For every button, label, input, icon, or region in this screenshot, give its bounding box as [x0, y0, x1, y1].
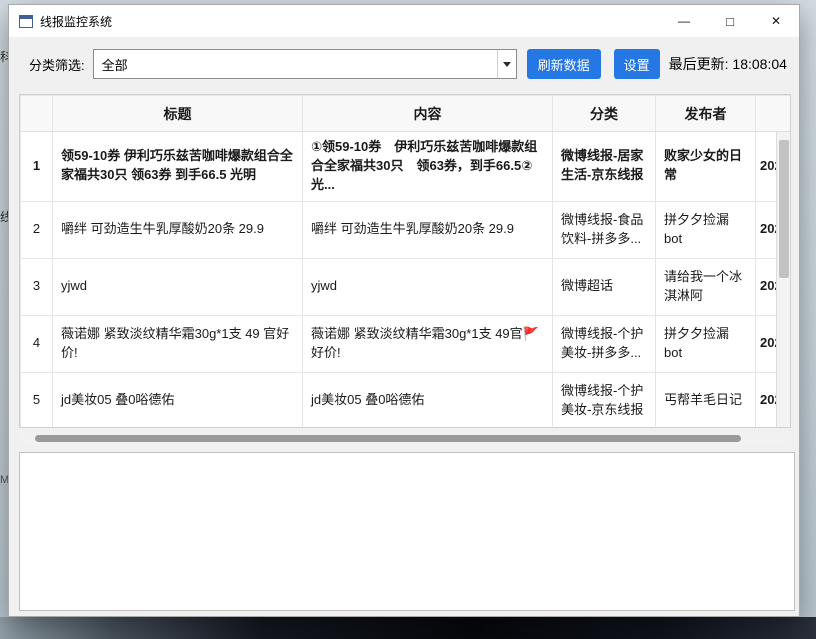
- cell-title: jd美妆05 叠0唂德佑: [53, 372, 303, 428]
- table-header-row: 标题 内容 分类 发布者: [21, 96, 792, 132]
- column-header-category[interactable]: 分类: [553, 96, 656, 132]
- app-icon[interactable]: [19, 15, 33, 28]
- row-number: 4: [21, 315, 53, 372]
- cell-category: 微博线报-居家生活-京东线报: [553, 132, 656, 202]
- horizontal-scrollbar[interactable]: [19, 432, 791, 445]
- cell-publisher: 拼夕夕捡漏bot: [656, 315, 756, 372]
- chevron-down-icon: [503, 62, 511, 67]
- close-button[interactable]: ✕: [753, 5, 799, 37]
- refresh-data-button[interactable]: 刷新数据: [527, 49, 601, 79]
- dropdown-arrow-button[interactable]: [497, 50, 516, 78]
- row-number: 2: [21, 201, 53, 258]
- cell-content: 薇诺娜 紧致淡纹精华霜30g*1支 49官🚩好价!: [303, 315, 553, 372]
- window-controls: — □ ✕: [661, 5, 799, 37]
- vertical-scrollbar-thumb[interactable]: [779, 140, 789, 278]
- cell-publisher: 丐帮羊毛日记: [656, 372, 756, 428]
- table-row[interactable]: 5 jd美妆05 叠0唂德佑 jd美妆05 叠0唂德佑 微博线报-个护美妆-京东…: [21, 372, 792, 428]
- cell-title: 领59-10券 伊利巧乐兹苦咖啡爆款组合全家福共30只 领63券 到手66.5 …: [53, 132, 303, 202]
- cell-content: yjwd: [303, 258, 553, 315]
- detail-panel[interactable]: [19, 452, 795, 611]
- row-number: 3: [21, 258, 53, 315]
- settings-button[interactable]: 设置: [614, 49, 660, 79]
- cell-category: 微博线报-个护美妆-京东线报: [553, 372, 656, 428]
- minimize-button[interactable]: —: [661, 5, 707, 37]
- report-table-container: 标题 内容 分类 发布者 1 领59-10券 伊利巧乐兹苦咖啡爆款组合全家福共3…: [19, 94, 791, 428]
- app-window: 线报监控系统 — □ ✕ 分类筛选: 全部 刷新数据 设置 最后更新: 18:0…: [8, 4, 800, 617]
- column-header-rownum[interactable]: [21, 96, 53, 132]
- maximize-button[interactable]: □: [707, 5, 753, 37]
- horizontal-scrollbar-thumb[interactable]: [35, 435, 741, 442]
- category-filter-dropdown[interactable]: 全部: [93, 49, 517, 79]
- cell-title: 薇诺娜 紧致淡纹精华霜30g*1支 49 官好价!: [53, 315, 303, 372]
- window-title: 线报监控系统: [40, 13, 112, 30]
- cell-category: 微博线报-个护美妆-拼多多...: [553, 315, 656, 372]
- cell-category: 微博线报-食品饮料-拼多多...: [553, 201, 656, 258]
- column-header-publisher[interactable]: 发布者: [656, 96, 756, 132]
- category-filter-value: 全部: [94, 55, 497, 74]
- table-row[interactable]: 4 薇诺娜 紧致淡纹精华霜30g*1支 49 官好价! 薇诺娜 紧致淡纹精华霜3…: [21, 315, 792, 372]
- table-row[interactable]: 2 嚼绊 可劲造生牛乳厚酸奶20条 29.9 嚼绊 可劲造生牛乳厚酸奶20条 2…: [21, 201, 792, 258]
- report-table: 标题 内容 分类 发布者 1 领59-10券 伊利巧乐兹苦咖啡爆款组合全家福共3…: [20, 95, 791, 428]
- column-header-time[interactable]: [756, 96, 792, 132]
- column-header-title[interactable]: 标题: [53, 96, 303, 132]
- vertical-scrollbar[interactable]: [776, 132, 790, 428]
- row-number: 5: [21, 372, 53, 428]
- cell-publisher: 败家少女的日常: [656, 132, 756, 202]
- column-header-content[interactable]: 内容: [303, 96, 553, 132]
- cell-publisher: 拼夕夕捡漏bot: [656, 201, 756, 258]
- cell-title: yjwd: [53, 258, 303, 315]
- cell-content: ①领59-10券 伊利巧乐兹苦咖啡爆款组合全家福共30只 领63券，到手66.5…: [303, 132, 553, 202]
- last-update-text: 最后更新: 18:08:04: [669, 54, 787, 74]
- row-number: 1: [21, 132, 53, 202]
- desktop-wallpaper-strip: [0, 617, 816, 639]
- table-row[interactable]: 3 yjwd yjwd 微博超话 请给我一个冰淇淋阿 202: [21, 258, 792, 315]
- cell-content: jd美妆05 叠0唂德佑: [303, 372, 553, 428]
- filter-label: 分类筛选:: [29, 55, 85, 74]
- cell-publisher: 请给我一个冰淇淋阿: [656, 258, 756, 315]
- cell-content: 嚼绊 可劲造生牛乳厚酸奶20条 29.9: [303, 201, 553, 258]
- toolbar: 分类筛选: 全部 刷新数据 设置 最后更新: 18:08:04: [9, 37, 799, 83]
- titlebar: 线报监控系统 — □ ✕: [9, 5, 799, 37]
- cell-title: 嚼绊 可劲造生牛乳厚酸奶20条 29.9: [53, 201, 303, 258]
- cell-category: 微博超话: [553, 258, 656, 315]
- table-row[interactable]: 1 领59-10券 伊利巧乐兹苦咖啡爆款组合全家福共30只 领63券 到手66.…: [21, 132, 792, 202]
